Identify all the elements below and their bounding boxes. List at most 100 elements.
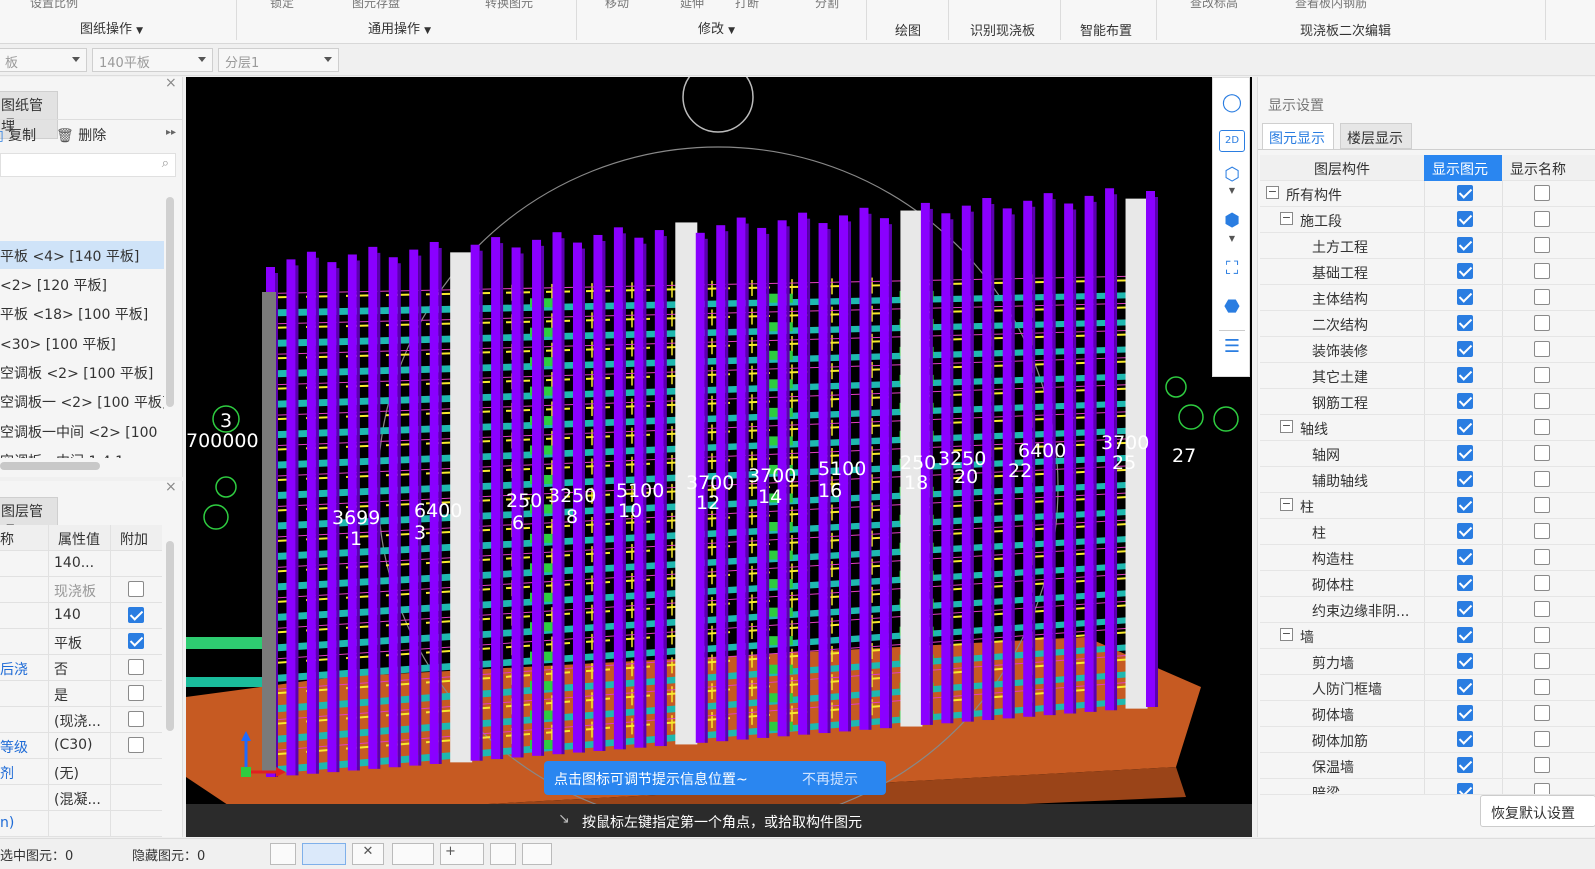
save-view-icon[interactable] [490,843,516,865]
attach-checkbox[interactable] [128,633,144,649]
ortho-icon[interactable] [522,843,552,865]
select-mode-icon[interactable] [270,843,296,865]
chevron-down-icon[interactable]: ▼ [1219,186,1245,212]
snap-icon[interactable]: + [440,843,484,865]
tree-row[interactable]: 暗梁 [1260,779,1595,795]
collapse-toggle[interactable]: − [1280,628,1293,641]
component-type-select[interactable]: 板 [0,48,87,72]
group-drawing-ops[interactable]: 图纸操作 ▼ [80,18,143,37]
attach-checkbox[interactable] [128,659,144,675]
table-row[interactable]: (混凝... [0,785,162,811]
ribbon-item-elevation[interactable]: 查改标高 [1190,0,1238,11]
close-icon[interactable]: × [165,75,177,91]
list-item[interactable]: <30> [100 平板] [0,329,164,357]
show-element-checkbox[interactable] [1457,783,1473,794]
show-name-checkbox[interactable] [1534,549,1550,565]
tree-row[interactable]: 主体结构 [1260,285,1595,311]
show-name-checkbox[interactable] [1534,445,1550,461]
show-element-checkbox[interactable] [1457,653,1473,669]
show-name-checkbox[interactable] [1534,263,1550,279]
show-element-checkbox[interactable] [1457,393,1473,409]
table-row[interactable]: 后浇 否 [0,655,162,681]
view-cube-icon[interactable]: ⬣ [1219,296,1245,322]
show-element-checkbox[interactable] [1457,731,1473,747]
tree-row[interactable]: − 柱 [1260,493,1595,519]
tree-row[interactable]: 基础工程 [1260,259,1595,285]
show-name-checkbox[interactable] [1534,315,1550,331]
list-item[interactable]: 空调板一中间 <2> [100 [0,417,164,445]
close-icon[interactable]: × [165,479,177,495]
table-row[interactable]: 140 [0,603,162,629]
ribbon-item-split[interactable]: 分割 [815,0,839,11]
group-smart-layout[interactable]: 智能布置 [1080,20,1132,39]
list-item[interactable]: 平板 <18> [100 平板] [0,299,164,327]
copy-button[interactable]: ▯ 复制 [0,125,36,145]
show-element-checkbox[interactable] [1457,471,1473,487]
property-value[interactable]: (现浇... [54,711,101,731]
ribbon-item-break[interactable]: 打断 [735,0,759,11]
attach-checkbox[interactable] [128,581,144,597]
tree-row[interactable]: 砌体加筋 [1260,727,1595,753]
show-name-checkbox[interactable] [1534,211,1550,227]
tree-row[interactable]: − 轴线 [1260,415,1595,441]
cross-select-icon[interactable]: ✕ [352,843,384,865]
attach-checkbox[interactable] [128,711,144,727]
property-value[interactable]: 140 [54,607,81,623]
show-name-checkbox[interactable] [1534,601,1550,617]
show-element-checkbox[interactable] [1457,575,1473,591]
attach-checkbox[interactable] [128,737,144,753]
show-element-checkbox[interactable] [1457,237,1473,253]
collapse-toggle[interactable]: − [1280,420,1293,433]
tree-row[interactable]: 装饰装修 [1260,337,1595,363]
table-row[interactable]: 等级 (C30) [0,733,162,759]
show-name-checkbox[interactable] [1534,653,1550,669]
component-name-select[interactable]: 140平板 [92,48,213,72]
show-element-checkbox[interactable] [1457,367,1473,383]
property-value[interactable]: (混凝... [54,789,101,809]
tree-row[interactable]: 构造柱 [1260,545,1595,571]
show-name-checkbox[interactable] [1534,705,1550,721]
list-item[interactable]: 平板 <4> [140 平板] [0,241,164,269]
3d-cube-icon[interactable]: ⬢ [1219,210,1245,236]
show-element-checkbox[interactable] [1457,289,1473,305]
show-name-checkbox[interactable] [1534,393,1550,409]
tree-row[interactable]: 砌体柱 [1260,571,1595,597]
show-name-checkbox[interactable] [1534,627,1550,643]
table-row[interactable]: n) [0,811,162,837]
col-header-show[interactable]: 显示图元 [1432,159,1488,179]
tree-row[interactable]: 轴网 [1260,441,1595,467]
show-name-checkbox[interactable] [1534,419,1550,435]
tree-row[interactable]: 柱 [1260,519,1595,545]
show-name-checkbox[interactable] [1534,185,1550,201]
list-item[interactable]: <2> [120 平板] [0,270,164,298]
show-name-checkbox[interactable] [1534,575,1550,591]
show-element-checkbox[interactable] [1457,523,1473,539]
show-name-checkbox[interactable] [1534,367,1550,383]
table-row[interactable]: 现浇板 [0,577,162,603]
show-element-checkbox[interactable] [1457,445,1473,461]
orbit-icon[interactable]: ◯ [1219,92,1245,118]
vertical-scrollbar[interactable] [166,541,174,731]
collapse-toggle[interactable]: − [1280,212,1293,225]
tree-row[interactable]: 约束边缘非阴... [1260,597,1595,623]
property-value[interactable]: (C30) [54,737,93,753]
show-element-checkbox[interactable] [1457,705,1473,721]
horizontal-scrollbar[interactable] [0,462,100,470]
tree-row[interactable]: − 施工段 [1260,207,1595,233]
property-value[interactable]: 否 [54,659,68,679]
fullscreen-icon[interactable]: ⛶ [1219,258,1245,284]
show-element-checkbox[interactable] [1457,757,1473,773]
show-name-checkbox[interactable] [1534,757,1550,773]
tree-row[interactable]: 其它土建 [1260,363,1595,389]
show-name-checkbox[interactable] [1534,783,1550,794]
ribbon-item-rebar[interactable]: 查看板内钢筋 [1295,0,1367,11]
show-element-checkbox[interactable] [1457,341,1473,357]
chevron-down-icon[interactable]: ▼ [1219,234,1245,260]
table-row[interactable]: 140... [0,551,162,577]
property-value[interactable]: (无) [54,763,79,783]
more-icon[interactable]: ▸▸ [166,127,176,138]
property-value[interactable]: 现浇板 [54,581,96,601]
group-modify[interactable]: 修改 ▼ [698,18,735,37]
tip-dismiss-button[interactable]: 不再提示 [802,769,858,789]
tab-element-display[interactable]: 图元显示 [1262,123,1334,149]
